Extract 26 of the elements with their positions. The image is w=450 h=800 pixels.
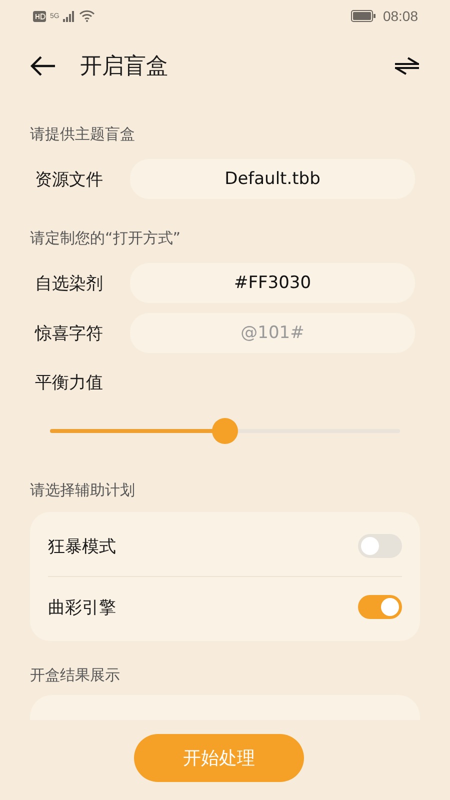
input-field[interactable]: @101# bbox=[130, 313, 415, 353]
field-label: 资源文件 bbox=[35, 168, 104, 190]
section-heading: 请选择辅助计划 bbox=[30, 480, 136, 500]
status-time: 08:08 bbox=[382, 8, 418, 24]
input-field[interactable]: #FF3030 bbox=[130, 263, 415, 303]
input-field[interactable]: Default.tbb bbox=[130, 159, 415, 199]
back-button[interactable] bbox=[30, 56, 56, 76]
hd-icon bbox=[33, 10, 46, 22]
field-label: 惊喜字符 bbox=[35, 322, 104, 344]
section-heading: 请提供主题盲盒 bbox=[30, 124, 136, 144]
page-title: 开启盲盒 bbox=[80, 53, 168, 81]
wifi-icon bbox=[79, 10, 96, 22]
field-label: 自选染剂 bbox=[35, 272, 104, 294]
toggle-switch[interactable] bbox=[358, 595, 402, 619]
signal-icon bbox=[63, 10, 76, 22]
section-heading: 开盒结果展示 bbox=[30, 664, 121, 686]
swap-arrows-icon bbox=[394, 57, 420, 75]
back-arrow-icon bbox=[30, 56, 56, 76]
battery-icon bbox=[350, 10, 376, 22]
slider-label: 平衡力值 bbox=[35, 372, 104, 394]
slider-thumb[interactable] bbox=[212, 418, 238, 444]
section-heading: 请定制您的“打开方式” bbox=[30, 228, 182, 248]
swap-button[interactable] bbox=[394, 57, 420, 75]
switch-label: 狂暴模式 bbox=[48, 536, 117, 558]
switch-label: 曲彩引擎 bbox=[48, 596, 117, 618]
toggle-switch[interactable] bbox=[358, 534, 402, 558]
